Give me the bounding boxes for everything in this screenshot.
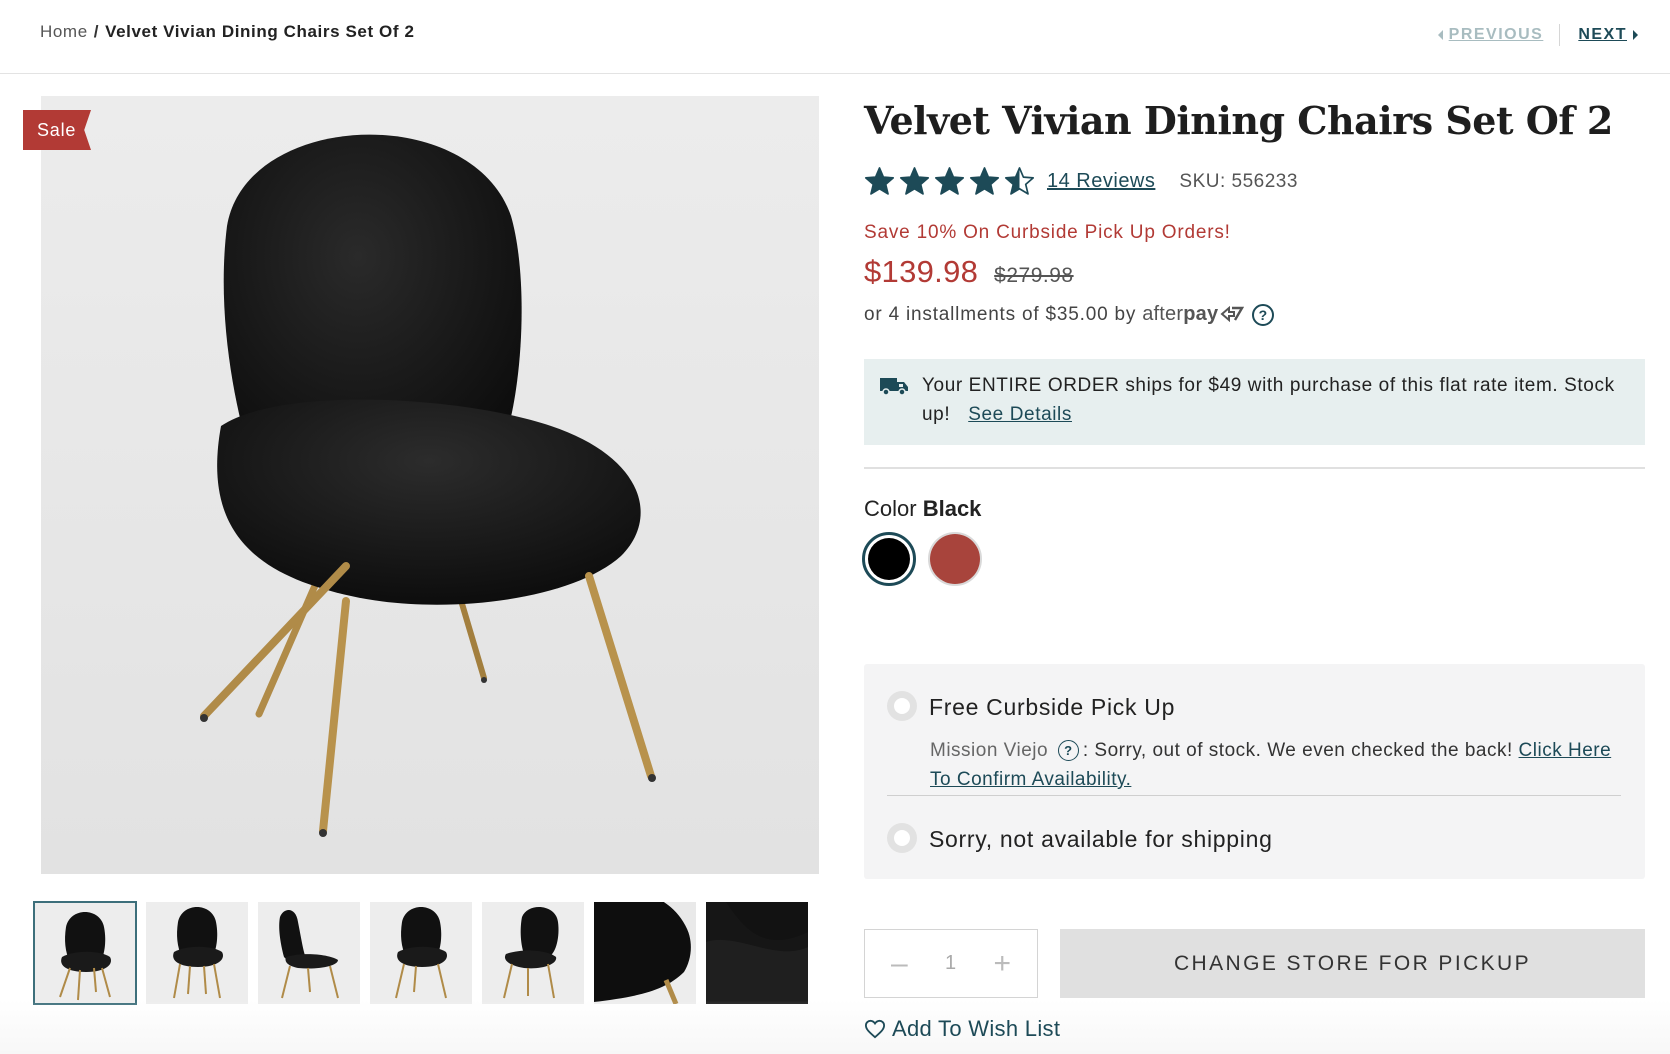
afterpay-logo-light: after [1142,303,1184,325]
star-full-icon [899,167,930,195]
afterpay-arrows-icon [1220,305,1245,323]
shipping-radio[interactable] [887,823,917,853]
store-help-icon[interactable]: ? [1057,740,1079,762]
chevron-right-icon [1633,30,1638,40]
breadcrumb-current: Velvet Vivian Dining Chairs Set Of 2 [105,22,415,41]
curbside-promo: Save 10% On Curbside Pick Up Orders! [864,222,1231,243]
rating-row: 14 Reviews SKU: 556233 [864,166,1298,197]
change-store-button[interactable]: CHANGE STORE FOR PICKUP [1060,929,1645,998]
star-full-icon [864,167,895,195]
chair-thumbnail [279,910,339,999]
see-details-link[interactable]: See Details [968,404,1072,425]
color-label: Color Black [864,496,981,522]
previous-link[interactable]: PREVIOUS [1437,26,1544,44]
next-label: NEXT [1578,26,1627,43]
swatch-red[interactable] [928,532,982,586]
chevron-left-icon [1437,30,1443,40]
velvet-closeup-image [594,902,696,1004]
fulfillment-options: Free Curbside Pick Up Mission Viejo ?: S… [864,664,1645,879]
increase-quantity-button[interactable]: + [993,948,1011,979]
store-availability: Mission Viejo ?: Sorry, out of stock. We… [930,736,1620,794]
thumbnail-side-view[interactable] [258,902,360,1004]
swatch-black-fill [868,538,910,580]
product-pager: PREVIOUS NEXT [1437,24,1638,46]
quantity-value[interactable]: 1 [945,952,956,975]
thumbnail-angle-view[interactable] [482,902,584,1004]
afterpay-logo: afterpay [1142,303,1245,326]
thumbnail-front-view-3[interactable] [370,902,472,1004]
sale-badge: Sale [23,110,91,150]
main-product-image[interactable] [41,96,819,874]
rating-stars [864,166,1035,197]
decrease-quantity-button[interactable]: – [891,948,908,979]
thumbnail-front-view-2[interactable] [146,902,248,1004]
section-divider [864,467,1645,469]
afterpay-logo-bold: pay [1183,303,1219,325]
color-swatches [862,532,982,586]
quantity-stepper: – 1 + [864,929,1038,998]
breadcrumb: Home / Velvet Vivian Dining Chairs Set Of … [40,22,415,42]
color-label-text: Color [864,496,917,521]
swatch-black[interactable] [862,532,916,586]
chair-thumbnail [59,912,111,1001]
thumbnail-fabric-detail[interactable] [706,902,808,1004]
pickup-option-label: Free Curbside Pick Up [929,694,1176,720]
chair-thumbnail [173,907,223,999]
installments-text: or 4 installments of $35.00 by [864,303,1137,325]
pickup-radio[interactable] [887,691,917,721]
top-bar: Home / Velvet Vivian Dining Chairs Set Of … [0,0,1670,74]
bottom-fade [0,1000,1670,1054]
thumbnail-velvet-closeup[interactable] [594,902,696,1004]
product-title: Velvet Vivian Dining Chairs Set Of 2 [864,98,1613,143]
heart-icon [864,1019,886,1039]
pager-divider [1559,24,1561,46]
reviews-link[interactable]: 14 Reviews [1047,170,1155,193]
fabric-detail-image [706,902,808,1004]
fulfillment-divider [887,795,1621,796]
chair-thumbnail [395,907,447,999]
thumbnail-strip [33,901,808,1005]
add-to-wishlist-link[interactable]: Add To Wish List [864,1016,1060,1042]
store-name[interactable]: Mission Viejo [930,740,1048,761]
swatch-red-fill [930,534,980,584]
thumbnail-front-view[interactable] [33,901,137,1005]
shipping-info-box: Your ENTIRE ORDER ships for $49 with pur… [864,359,1645,445]
price-row: $139.98 $279.98 [864,254,1074,290]
wishlist-label: Add To Wish List [892,1016,1061,1041]
breadcrumb-home-link[interactable]: Home [40,22,88,41]
shipping-option-label: Sorry, not available for shipping [929,826,1273,852]
star-full-icon [969,167,1000,195]
previous-label: PREVIOUS [1448,26,1544,43]
store-message: : Sorry, out of stock. We even checked t… [1082,740,1513,761]
afterpay-help-icon[interactable]: ? [1252,303,1275,326]
selected-color-name: Black [922,496,982,521]
chair-thumbnail [503,906,559,999]
installments-line: or 4 installments of $35.00 by afterpay … [864,303,1275,326]
sale-price: $139.98 [864,254,979,289]
original-price: $279.98 [994,264,1074,287]
breadcrumb-separator: / [93,22,100,41]
next-link[interactable]: NEXT [1578,26,1638,44]
chair-illustration [200,134,656,837]
sku-label: SKU: 556233 [1179,170,1298,192]
truck-icon [880,378,908,396]
star-half-icon [1004,167,1035,195]
star-full-icon [934,167,965,195]
